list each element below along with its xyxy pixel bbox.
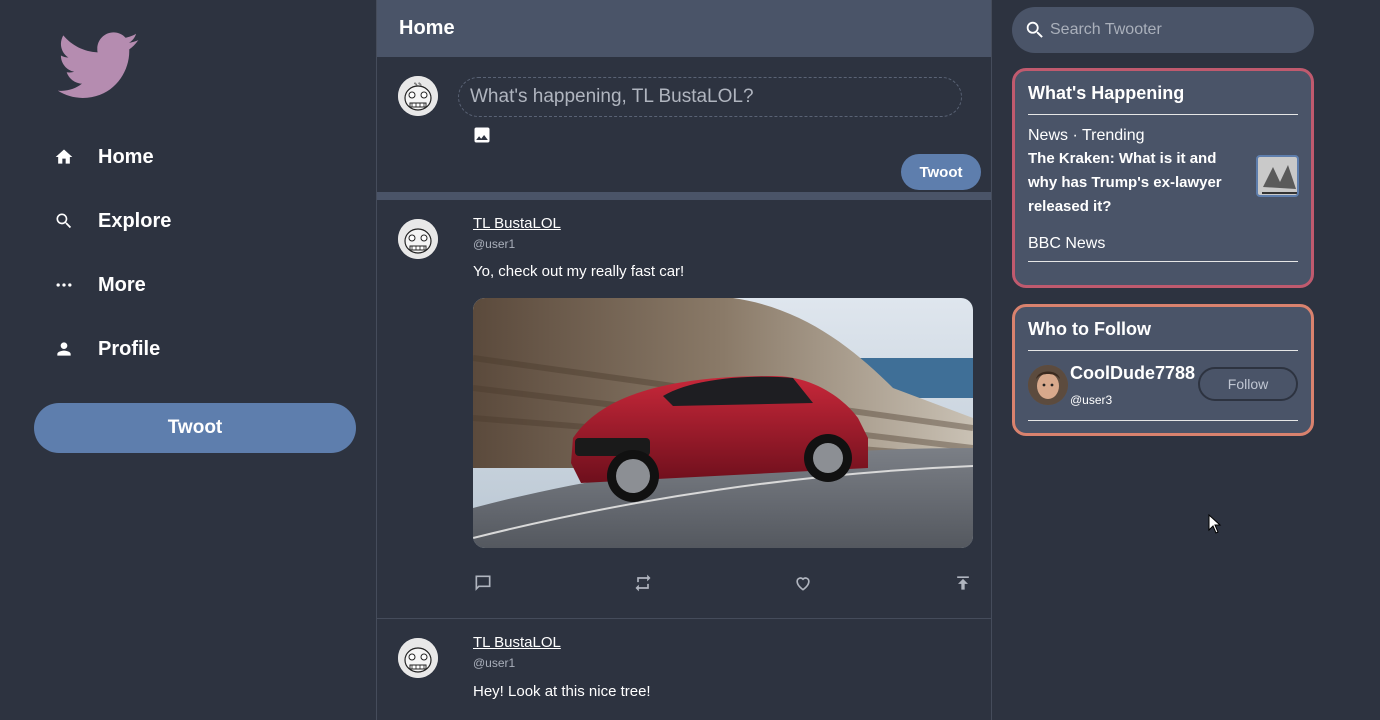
follow-suggestion-handle: @user3 — [1070, 393, 1113, 407]
share-icon[interactable] — [953, 573, 973, 593]
compose-placeholder: What's happening, TL BustaLOL? — [470, 86, 754, 107]
tweet-author-name[interactable]: TL BustaLOL — [473, 634, 561, 651]
trend-meta: News · Trending — [1028, 127, 1145, 144]
compose-box: ✎✎ What's happening, TL BustaLOL? Twoot — [377, 57, 991, 200]
comment-icon[interactable] — [473, 573, 493, 593]
tweet-image-car[interactable] — [473, 298, 973, 548]
left-sidebar: Home Explore More Profile Twoot — [0, 0, 376, 720]
nav-home[interactable]: Home — [52, 139, 154, 175]
who-to-follow-title: Who to Follow — [1028, 307, 1298, 351]
search-icon — [52, 209, 76, 233]
more-icon — [52, 273, 76, 297]
tweet-text: Yo, check out my really fast car! — [473, 263, 685, 280]
trend-source: BBC News — [1028, 235, 1298, 262]
person-icon — [52, 337, 76, 361]
svg-text:✎✎: ✎✎ — [414, 82, 422, 88]
compose-twoot-button[interactable]: Twoot — [901, 154, 981, 190]
tweet-author-handle: @user1 — [473, 237, 516, 251]
feed-header: Home — [377, 0, 991, 57]
avatar[interactable] — [1028, 365, 1068, 405]
nav-explore[interactable]: Explore — [52, 203, 171, 239]
nav-more-label: More — [98, 273, 146, 296]
avatar[interactable] — [398, 638, 438, 678]
follow-button[interactable]: Follow — [1198, 367, 1298, 401]
page-title: Home — [399, 17, 455, 39]
nav-profile-label: Profile — [98, 337, 161, 360]
search-icon — [1026, 21, 1043, 38]
follow-suggestion: CoolDude7788 @user3 Follow — [1028, 351, 1298, 421]
image-upload-icon[interactable] — [472, 125, 492, 145]
right-sidebar: Search Twooter What's Happening News · T… — [992, 0, 1380, 720]
tweet-author-name[interactable]: TL BustaLOL — [473, 215, 561, 232]
nav-home-label: Home — [98, 145, 154, 168]
compose-input[interactable]: What's happening, TL BustaLOL? — [458, 77, 962, 117]
search-placeholder: Search Twooter — [1050, 21, 1162, 38]
whats-happening-title: What's Happening — [1028, 71, 1298, 115]
trend-headline[interactable]: The Kraken: What is it and why has Trump… — [1028, 147, 1248, 219]
mouse-cursor-icon — [1208, 514, 1222, 534]
nav-explore-label: Explore — [98, 209, 172, 232]
whats-happening-panel: What's Happening News · Trending The Kra… — [1012, 68, 1314, 288]
tweet-card: TL BustaLOL @user1 Hey! Look at this nic… — [377, 619, 991, 720]
tweet-author-handle: @user1 — [473, 656, 516, 670]
follow-suggestion-name[interactable]: CoolDude7788 — [1070, 363, 1195, 384]
who-to-follow-panel: Who to Follow CoolDude7788 @user3 Follow — [1012, 304, 1314, 436]
bird-logo-icon[interactable] — [58, 32, 140, 100]
search-input[interactable]: Search Twooter — [1012, 7, 1314, 53]
avatar: ✎✎ — [398, 76, 438, 116]
avatar[interactable] — [398, 219, 438, 259]
heart-icon[interactable] — [793, 573, 813, 593]
trend-thumbnail[interactable] — [1256, 155, 1299, 197]
tweet-card: TL BustaLOL @user1 Yo, check out my real… — [377, 200, 991, 619]
tweet-text: Hey! Look at this nice tree! — [473, 683, 651, 700]
main-feed-column: Home ✎✎ What's happening, TL BustaLOL? T… — [376, 0, 992, 720]
home-icon — [52, 145, 76, 169]
nav-profile[interactable]: Profile — [52, 331, 160, 367]
twoot-button[interactable]: Twoot — [34, 403, 356, 453]
nav-more[interactable]: More — [52, 267, 146, 303]
retweet-icon[interactable] — [633, 573, 653, 593]
